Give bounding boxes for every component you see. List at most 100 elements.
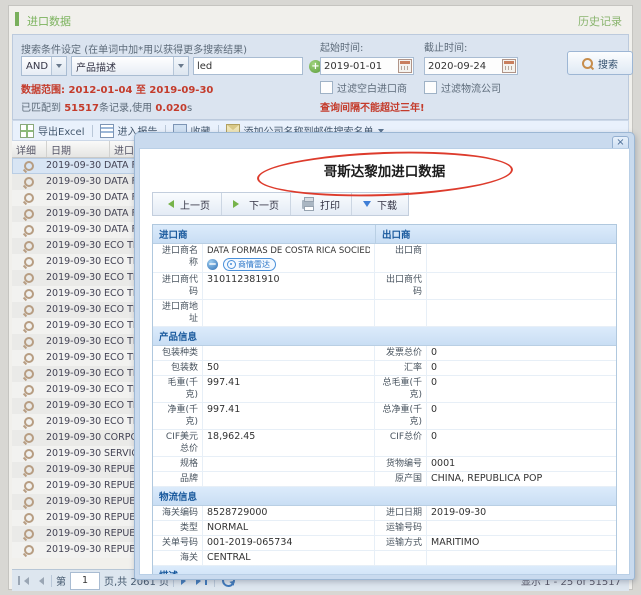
chevron-down-icon[interactable]	[173, 57, 188, 75]
end-date-group: 截止时间: 2020-09-24	[424, 39, 518, 75]
row-date: 2019-09-30	[46, 462, 104, 478]
row-detail-cell[interactable]	[12, 382, 46, 398]
magnifier-icon[interactable]	[24, 257, 34, 267]
magnifier-icon[interactable]	[24, 177, 34, 187]
magnifier-icon[interactable]	[24, 513, 34, 523]
field-value	[203, 472, 375, 487]
magnifier-icon[interactable]	[24, 273, 34, 283]
field-value: 001-2019-065734	[203, 536, 375, 551]
magnifier-icon[interactable]	[24, 305, 34, 315]
row-detail-cell[interactable]	[12, 446, 46, 462]
export-excel-button[interactable]: 导出Excel	[13, 123, 92, 138]
row-detail-cell[interactable]	[12, 238, 46, 254]
magnifier-icon[interactable]	[24, 209, 34, 219]
row-detail-cell[interactable]	[12, 222, 46, 238]
row-detail-cell[interactable]	[12, 510, 46, 526]
page-number-input[interactable]	[70, 572, 100, 590]
match-time: 0.020	[155, 103, 187, 114]
row-detail-cell[interactable]	[12, 286, 46, 302]
row-detail-cell[interactable]	[12, 366, 46, 382]
row-detail-cell[interactable]	[12, 478, 46, 494]
magnifier-icon[interactable]	[24, 161, 34, 171]
field-label: 进口日期	[375, 506, 427, 521]
row-detail-cell[interactable]	[12, 350, 46, 366]
magnifier-icon[interactable]	[24, 337, 34, 347]
field-select[interactable]: 产品描述	[71, 56, 189, 76]
radar-badge[interactable]: 商情雷达	[223, 258, 276, 271]
magnifier-icon[interactable]	[24, 289, 34, 299]
row-detail-cell[interactable]	[12, 254, 46, 270]
logistics-detail-row: 关单号码 001-2019-065734 运输方式 MARITIMO	[153, 536, 616, 551]
row-detail-cell[interactable]	[12, 526, 46, 542]
row-detail-cell[interactable]	[12, 398, 46, 414]
next-record-button[interactable]: 下一页	[222, 193, 291, 215]
row-detail-cell[interactable]	[12, 542, 46, 558]
calendar-icon[interactable]	[502, 59, 516, 73]
filter-importer-checkbox[interactable]	[320, 81, 333, 94]
next-record-label: 下一页	[249, 197, 279, 212]
row-detail-cell[interactable]	[12, 334, 46, 350]
row-detail-cell[interactable]	[12, 430, 46, 446]
magnifier-icon[interactable]	[24, 321, 34, 331]
field-label: 规格	[153, 457, 203, 472]
magnifier-icon[interactable]	[24, 401, 34, 411]
search-panel: 搜索条件设定 (在单词中加*用以获得更多搜索结果) AND 产品描述 + − ?…	[12, 34, 629, 120]
history-link[interactable]: 历史记录	[578, 13, 622, 29]
magnifier-icon[interactable]	[24, 449, 34, 459]
field-label: 运输方式	[375, 536, 427, 551]
magnifier-icon[interactable]	[24, 529, 34, 539]
magnifier-icon[interactable]	[24, 353, 34, 363]
row-detail-cell[interactable]	[12, 158, 46, 174]
row-detail-cell[interactable]	[12, 302, 46, 318]
row-date: 2019-09-30	[46, 510, 104, 526]
row-detail-cell[interactable]	[12, 462, 46, 478]
row-detail-cell[interactable]	[12, 414, 46, 430]
column-header-detail[interactable]: 详细	[12, 141, 47, 157]
exporter-value	[427, 244, 616, 273]
field-value: 18,962.45	[203, 430, 375, 457]
importer-name-label: 进口商名称	[153, 244, 203, 273]
magnifier-icon[interactable]	[24, 193, 34, 203]
magnifier-icon[interactable]	[24, 385, 34, 395]
start-date-group: 起始时间: 2019-01-01	[320, 39, 414, 75]
prev-page-button[interactable]	[35, 577, 44, 585]
magnifier-icon[interactable]	[24, 465, 34, 475]
field-value: 0	[427, 403, 616, 430]
row-date: 2019-09-30	[46, 238, 104, 254]
search-button[interactable]: 搜索	[567, 51, 633, 75]
chevron-down-icon[interactable]	[51, 57, 66, 75]
product-section-header: 产品信息	[153, 327, 616, 346]
row-detail-cell[interactable]	[12, 190, 46, 206]
green-left-arrow-icon	[164, 200, 174, 208]
row-detail-cell[interactable]	[12, 270, 46, 286]
magnifier-icon[interactable]	[24, 481, 34, 491]
row-detail-cell[interactable]	[12, 174, 46, 190]
first-page-button[interactable]	[18, 576, 29, 585]
magnifier-icon[interactable]	[24, 241, 34, 251]
green-right-arrow-icon	[233, 200, 243, 208]
end-date-field[interactable]: 2020-09-24	[424, 57, 518, 75]
keyword-input[interactable]	[193, 57, 303, 75]
magnifier-icon[interactable]	[24, 225, 34, 235]
prev-record-label: 上一页	[180, 197, 210, 212]
prev-record-button[interactable]: 上一页	[153, 193, 222, 215]
start-date-value: 2019-01-01	[321, 61, 398, 72]
start-date-field[interactable]: 2019-01-01	[320, 57, 414, 75]
filter-logistics-checkbox[interactable]	[424, 81, 437, 94]
magnifier-icon[interactable]	[24, 545, 34, 555]
magnifier-icon[interactable]	[24, 417, 34, 427]
excel-icon	[20, 124, 34, 138]
row-date: 2019-09-30	[46, 318, 104, 334]
magnifier-icon[interactable]	[24, 433, 34, 443]
row-detail-cell[interactable]	[12, 206, 46, 222]
printer-icon	[302, 200, 314, 209]
magnifier-icon[interactable]	[24, 369, 34, 379]
operator-select[interactable]: AND	[21, 56, 67, 76]
magnifier-icon[interactable]	[24, 497, 34, 507]
print-button[interactable]: 打印	[291, 193, 352, 215]
calendar-icon[interactable]	[398, 59, 412, 73]
globe-icon[interactable]	[207, 259, 218, 270]
row-detail-cell[interactable]	[12, 494, 46, 510]
row-detail-cell[interactable]	[12, 318, 46, 334]
column-header-date[interactable]: 日期	[47, 141, 110, 157]
